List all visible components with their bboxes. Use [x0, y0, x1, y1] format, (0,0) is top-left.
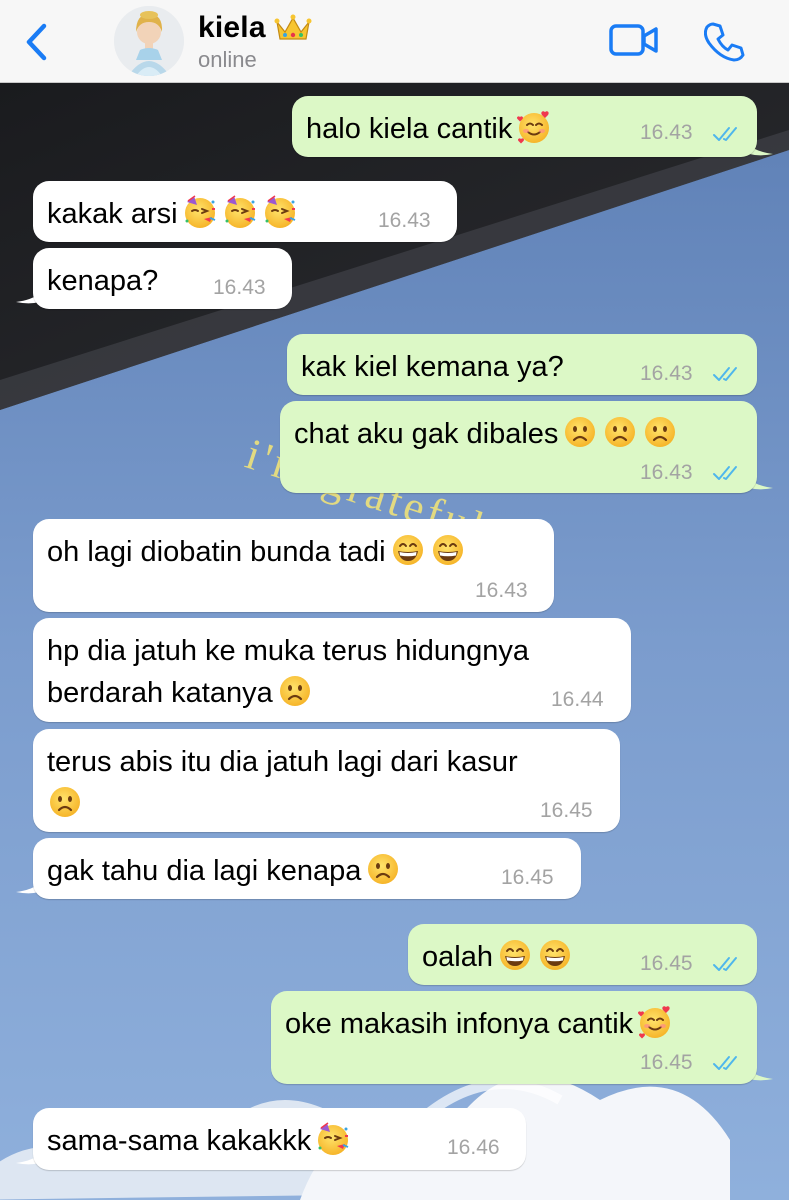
message-text: gak tahu dia lagi kenapa	[47, 850, 401, 892]
frowning-face-icon	[602, 414, 638, 450]
message-bubble-incoming[interactable]: kakak arsi 16.43	[33, 181, 457, 242]
message-time: 16.43	[640, 121, 693, 144]
message-time: 16.46	[447, 1136, 500, 1159]
contact-name: kiela	[198, 11, 266, 44]
contact-status: online	[198, 47, 257, 72]
video-call-button[interactable]	[608, 22, 660, 58]
message-time: 16.43	[640, 362, 693, 385]
message-line: berdarah katanya	[47, 672, 529, 714]
smiling-face-with-hearts-icon	[637, 1004, 673, 1040]
crown-icon	[274, 14, 312, 40]
message-bubble-outgoing[interactable]: oke makasih infonya cantik 16.45	[271, 991, 757, 1084]
message-text: halo kiela cantik	[306, 108, 552, 150]
message-line	[47, 783, 518, 825]
grinning-face-icon	[537, 937, 573, 973]
chevron-left-icon	[26, 23, 47, 61]
contact-name-row[interactable]: kiela	[198, 8, 312, 48]
message-bubble-outgoing[interactable]: kak kiel kemana ya? 16.43	[287, 334, 757, 395]
read-ticks-icon	[712, 125, 744, 143]
read-ticks-icon	[712, 955, 744, 973]
message-bubble-outgoing[interactable]: oalah 16.45	[408, 924, 757, 985]
message-text: kenapa?	[47, 265, 159, 297]
message-text: oalah	[422, 936, 573, 978]
message-text: oh lagi diobatin bunda tadi	[47, 531, 466, 573]
smiling-face-with-hearts-icon	[516, 109, 552, 145]
message-line: hp dia jatuh ke muka terus hidungnya	[47, 635, 530, 667]
message-time: 16.45	[501, 866, 554, 889]
message-bubble-incoming[interactable]: terus abis itu dia jatuh lagi dari kasur…	[33, 729, 620, 832]
message-text: hp dia jatuh ke muka terus hidungnya ber…	[47, 630, 529, 714]
message-text: oke makasih infonya cantik	[285, 1003, 673, 1045]
message-time: 16.43	[378, 209, 431, 232]
message-time: 16.44	[551, 688, 604, 711]
message-bubble-incoming[interactable]: gak tahu dia lagi kenapa 16.45	[33, 838, 581, 899]
partying-face-icon	[315, 1121, 351, 1157]
message-text: chat aku gak dibales	[294, 413, 678, 455]
video-camera-icon	[609, 24, 658, 56]
message-bubble-outgoing[interactable]: chat aku gak dibales 16.43	[280, 401, 757, 493]
message-time: 16.43	[640, 461, 693, 484]
message-time: 16.43	[213, 276, 266, 299]
back-button[interactable]	[22, 22, 52, 62]
grinning-face-icon	[390, 532, 426, 568]
message-text: kakak arsi	[47, 193, 298, 235]
message-text: sama-sama kakakkk	[47, 1120, 351, 1162]
frowning-face-icon	[277, 673, 313, 709]
avatar[interactable]	[114, 6, 184, 76]
message-time: 16.45	[640, 952, 693, 975]
read-ticks-icon	[712, 464, 744, 482]
message-bubble-outgoing[interactable]: halo kiela cantik 16.43	[292, 96, 757, 157]
grinning-face-icon	[497, 937, 533, 973]
message-time: 16.43	[475, 579, 528, 602]
message-bubble-incoming[interactable]: sama-sama kakakkk 16.46	[33, 1108, 526, 1170]
frowning-face-icon	[365, 851, 401, 887]
message-bubble-incoming[interactable]: kenapa? 16.43	[33, 248, 292, 309]
message-time: 16.45	[540, 799, 593, 822]
read-ticks-icon	[712, 365, 744, 383]
message-bubble-incoming[interactable]: oh lagi diobatin bunda tadi 16.43	[33, 519, 554, 612]
read-ticks-icon	[712, 1054, 744, 1072]
phone-icon	[703, 22, 745, 62]
frowning-face-icon	[642, 414, 678, 450]
partying-face-icon	[182, 194, 218, 230]
frowning-face-icon	[47, 784, 83, 820]
message-line: terus abis itu dia jatuh lagi dari kasur	[47, 746, 518, 778]
chat-header: kiela online	[0, 0, 789, 83]
frowning-face-icon	[562, 414, 598, 450]
message-bubble-incoming[interactable]: hp dia jatuh ke muka terus hidungnya ber…	[33, 618, 631, 722]
voice-call-button[interactable]	[703, 20, 746, 62]
message-text: kak kiel kemana ya?	[301, 351, 564, 383]
partying-face-icon	[262, 194, 298, 230]
grinning-face-icon	[430, 532, 466, 568]
partying-face-icon	[222, 194, 258, 230]
avatar-image	[114, 6, 184, 76]
message-time: 16.45	[640, 1051, 693, 1074]
message-text: terus abis itu dia jatuh lagi dari kasur	[47, 741, 518, 825]
